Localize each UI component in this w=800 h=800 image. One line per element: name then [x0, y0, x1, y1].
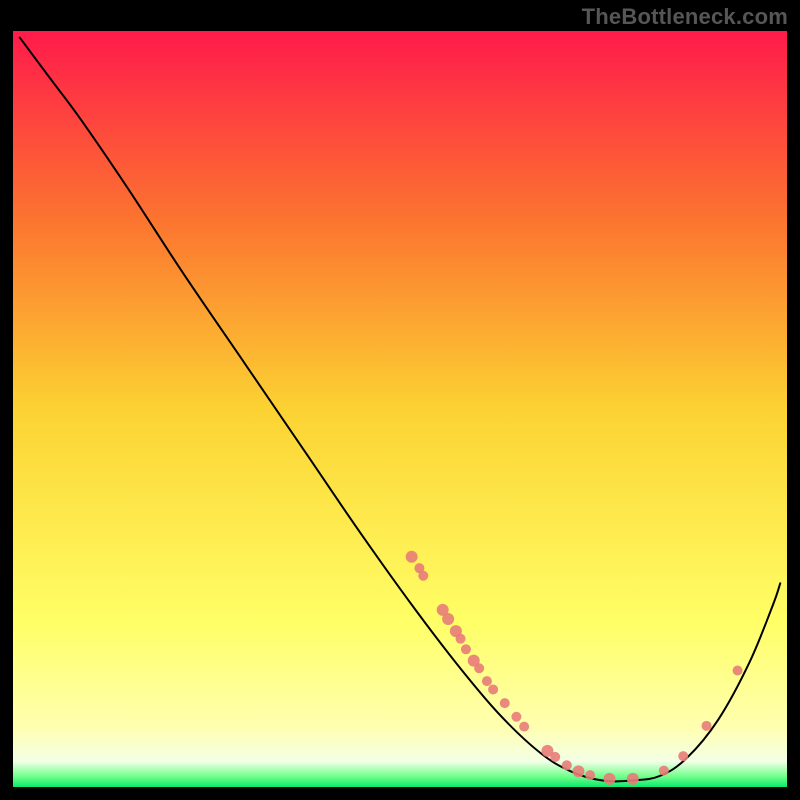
data-point	[678, 751, 688, 761]
data-point	[461, 644, 471, 654]
bottleneck-curve-chart	[0, 0, 800, 800]
data-point	[659, 766, 669, 776]
chart-background	[12, 30, 788, 788]
data-point	[733, 666, 743, 676]
data-point	[511, 712, 521, 722]
data-point	[519, 722, 529, 732]
data-point	[488, 684, 498, 694]
data-point	[702, 721, 712, 731]
data-point	[474, 663, 484, 673]
data-point	[572, 765, 584, 777]
chart-container: TheBottleneck.com	[0, 0, 800, 800]
data-point	[406, 551, 418, 563]
watermark-label: TheBottleneck.com	[582, 4, 788, 30]
data-point	[418, 571, 428, 581]
data-point	[627, 773, 639, 785]
data-point	[604, 773, 616, 785]
data-point	[500, 698, 510, 708]
data-point	[442, 613, 454, 625]
data-point	[562, 760, 572, 770]
data-point	[482, 676, 492, 686]
data-point	[585, 770, 595, 780]
data-point	[550, 752, 560, 762]
data-point	[456, 634, 466, 644]
